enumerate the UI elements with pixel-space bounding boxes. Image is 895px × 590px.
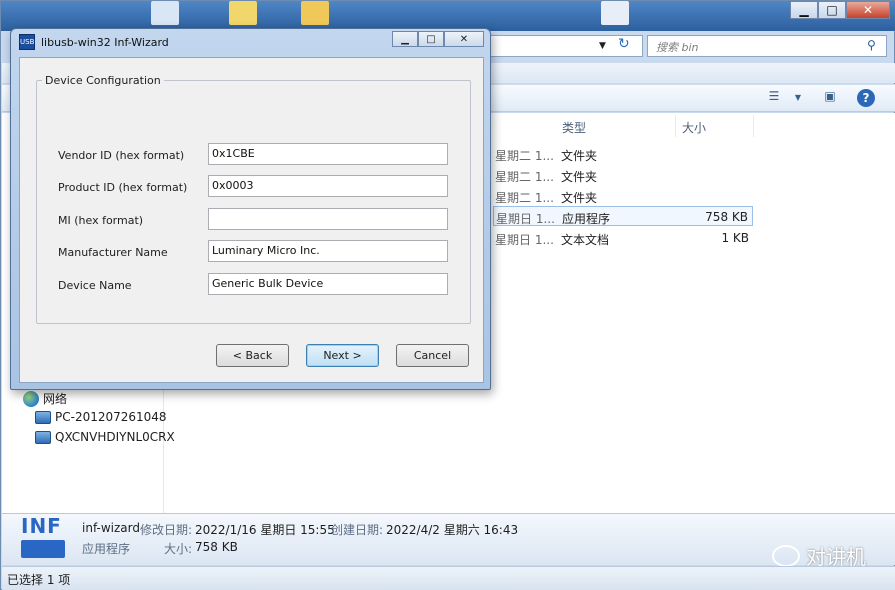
file-size: 758 KB [705, 210, 748, 224]
file-date: 星期二 1... [495, 191, 554, 205]
group-label: Device Configuration [42, 74, 164, 87]
address-dropdown-icon[interactable]: ▼ [599, 41, 606, 51]
desktop-icon[interactable] [151, 1, 179, 25]
help-icon[interactable]: ? [857, 89, 875, 107]
file-row[interactable]: 星期二 1... 文件夹 [493, 186, 753, 206]
details-created-label: 创建日期: [331, 523, 384, 537]
refresh-icon[interactable]: ↻ [618, 36, 630, 52]
cancel-button[interactable]: Cancel [396, 344, 469, 367]
inf-file-icon: INF [21, 516, 71, 562]
chevron-down-icon[interactable]: ▼ [789, 93, 807, 109]
mi-field[interactable] [208, 208, 448, 230]
close-button[interactable]: ✕ [444, 31, 484, 47]
back-button[interactable]: < Back [216, 344, 289, 367]
preview-pane-icon[interactable]: ▣ [821, 89, 839, 105]
file-type: 文件夹 [561, 191, 598, 205]
minimize-button[interactable]: ▁ [392, 31, 418, 47]
inf-icon-text: INF [21, 514, 62, 538]
inf-wizard-dialog: USB libusb-win32 Inf-Wizard ▁ □ ✕ Device… [10, 28, 491, 390]
file-row[interactable]: 星期二 1... 文件夹 [493, 165, 753, 185]
nav-computer-label: PC-201207261048 [55, 410, 167, 424]
file-type: 应用程序 [562, 212, 611, 226]
file-date: 星期日 1... [496, 212, 555, 226]
file-row[interactable]: 星期二 1... 文件夹 [493, 144, 753, 164]
desktop-strip [1, 1, 895, 31]
usb-icon [21, 540, 65, 558]
details-size-value: 758 KB [195, 540, 238, 554]
nav-network[interactable]: 网络 [23, 390, 67, 407]
app-icon: USB [19, 34, 35, 50]
view-options-icon[interactable]: ☰ [765, 89, 783, 105]
details-modified-label: 修改日期: [140, 523, 193, 537]
maximize-button[interactable]: □ [818, 1, 846, 19]
explorer-window-controls: ▁ □ ✕ [790, 1, 890, 19]
wechat-icon [772, 544, 800, 567]
file-row[interactable]: 星期日 1... 文本文档 1 KB [493, 228, 753, 248]
manufacturer-name-label: Manufacturer Name [58, 246, 168, 259]
details-created-value: 2022/4/2 星期六 16:43 [386, 523, 519, 537]
mi-label: MI (hex format) [58, 214, 144, 227]
file-row-selected[interactable]: 星期日 1... 应用程序 758 KB [493, 206, 753, 226]
desktop-icon[interactable] [601, 1, 629, 25]
computer-icon [35, 410, 51, 424]
dialog-body: Device Configuration Vendor ID (hex form… [19, 57, 484, 383]
file-date: 星期日 1... [495, 233, 554, 247]
nav-computer[interactable]: QXCNVHDIYNL0CRX [35, 430, 175, 444]
vendor-id-field[interactable]: 0x1CBE [208, 143, 448, 165]
computer-icon [35, 430, 51, 444]
file-size: 1 KB [721, 231, 749, 245]
column-header-type[interactable]: 类型 [556, 115, 676, 137]
maximize-button[interactable]: □ [418, 31, 444, 47]
details-modified-value: 2022/1/16 星期日 15:55 [195, 523, 335, 537]
status-bar: 已选择 1 项 [2, 566, 895, 590]
minimize-button[interactable]: ▁ [790, 1, 818, 19]
nav-network-label: 网络 [43, 392, 68, 406]
column-header-size[interactable]: 大小 [676, 115, 754, 137]
details-file-type: 应用程序 [82, 542, 131, 556]
nav-computer[interactable]: PC-201207261048 [35, 410, 167, 424]
vendor-id-label: Vendor ID (hex format) [58, 149, 185, 162]
manufacturer-name-field[interactable]: Luminary Micro Inc. [208, 240, 448, 262]
network-icon [23, 390, 39, 407]
details-file-name: inf-wizard [82, 521, 140, 535]
desktop-icon[interactable] [229, 1, 257, 25]
status-text: 已选择 1 项 [7, 573, 71, 587]
close-button[interactable]: ✕ [846, 1, 890, 19]
device-name-label: Device Name [58, 279, 132, 292]
dialog-window-controls: ▁ □ ✕ [392, 31, 484, 47]
next-button[interactable]: Next > [306, 344, 379, 367]
file-type: 文件夹 [561, 149, 598, 163]
product-id-field[interactable]: 0x0003 [208, 175, 448, 197]
file-type: 文本文档 [561, 233, 610, 247]
dialog-title: libusb-win32 Inf-Wizard [41, 36, 169, 49]
file-date: 星期二 1... [495, 170, 554, 184]
search-input[interactable]: 搜索 bin [647, 35, 887, 57]
details-size-label: 大小: [164, 542, 193, 556]
file-date: 星期二 1... [495, 149, 554, 163]
desktop-icon[interactable] [301, 1, 329, 25]
nav-computer-label: QXCNVHDIYNL0CRX [55, 430, 175, 444]
search-icon[interactable]: ⚲ [867, 38, 876, 52]
file-type: 文件夹 [561, 170, 598, 184]
device-name-field[interactable]: Generic Bulk Device [208, 273, 448, 295]
product-id-label: Product ID (hex format) [58, 181, 188, 194]
